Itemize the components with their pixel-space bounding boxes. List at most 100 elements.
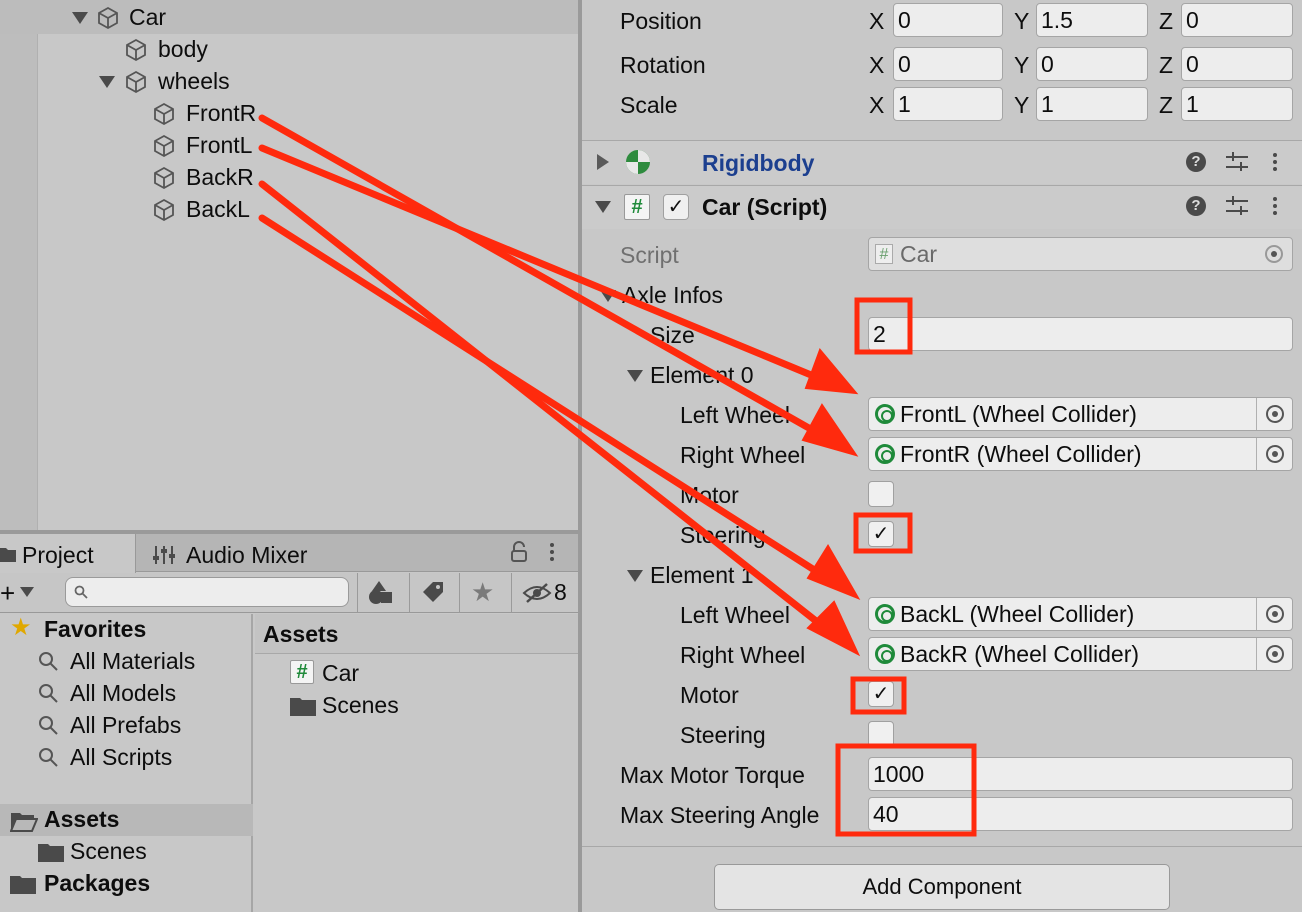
audio-mixer-icon (153, 546, 175, 564)
lock-icon[interactable] (510, 541, 528, 563)
object-picker-button[interactable] (1256, 438, 1292, 470)
tag-icon (423, 582, 443, 602)
wheel-collider-icon (875, 644, 895, 664)
expand-element1-arrow-icon[interactable] (627, 570, 643, 582)
object-picker-button (1256, 238, 1292, 270)
element1-label: Element 1 (650, 562, 754, 588)
size-label: Size (650, 322, 695, 348)
favorite-all-materials[interactable]: All Materials (70, 650, 195, 673)
folder-packages[interactable]: Packages (44, 872, 150, 895)
hierarchy-item-backl[interactable]: BackL (186, 198, 250, 221)
gameobject-cube-icon (154, 166, 174, 190)
expand-wheels-arrow-icon[interactable] (99, 76, 115, 88)
favorite-all-models[interactable]: All Models (70, 682, 176, 705)
position-x-field[interactable]: 0 (893, 3, 1003, 37)
max-steering-angle-field[interactable]: 40 (868, 797, 1293, 831)
hierarchy-item-wheels[interactable]: wheels (158, 70, 230, 93)
size-field[interactable]: 2 (868, 317, 1293, 351)
axis-z-label: Z (1159, 8, 1174, 34)
hierarchy-item-frontl[interactable]: FrontL (186, 134, 252, 157)
project-kebab-menu-icon[interactable] (550, 543, 554, 564)
element0-right-wheel-field[interactable]: FrontR (Wheel Collider) (868, 437, 1293, 471)
expand-element0-arrow-icon[interactable] (627, 370, 643, 382)
scale-x-field[interactable]: 1 (893, 87, 1003, 121)
max-motor-torque-label: Max Motor Torque (620, 762, 805, 788)
favorite-all-prefabs[interactable]: All Prefabs (70, 714, 181, 737)
shapes-filter-icon (369, 581, 392, 604)
element0-left-wheel-field[interactable]: FrontL (Wheel Collider) (868, 397, 1293, 431)
rotation-z-field[interactable]: 0 (1181, 47, 1293, 81)
search-icon (39, 716, 58, 735)
csharp-script-icon: # (624, 194, 650, 220)
expand-axle-infos-arrow-icon[interactable] (600, 290, 616, 302)
csharp-script-icon: # (290, 660, 314, 684)
object-picker-button[interactable] (1256, 638, 1292, 670)
axis-y-label: Y (1014, 92, 1030, 118)
axis-z-label: Z (1159, 92, 1174, 118)
position-z-field[interactable]: 0 (1181, 3, 1293, 37)
left-wheel-label: Left Wheel (680, 602, 790, 628)
expand-car-arrow-icon[interactable] (72, 12, 88, 24)
create-dropdown-icon[interactable] (20, 587, 34, 597)
folder-scenes-tree[interactable]: Scenes (70, 840, 147, 863)
folder-icon (38, 844, 64, 862)
hierarchy-item-frontr[interactable]: FrontR (186, 102, 256, 125)
help-icon[interactable]: ? (1186, 152, 1206, 172)
max-motor-torque-field[interactable]: 1000 (868, 757, 1293, 791)
hierarchy-item-body[interactable]: body (158, 38, 208, 61)
object-picker-button[interactable] (1256, 398, 1292, 430)
scale-label: Scale (620, 92, 678, 118)
folder-assets-label: Assets (44, 806, 120, 832)
favorites-heading[interactable]: Favorites (44, 618, 146, 641)
car-script-kebab-menu-icon[interactable] (1273, 197, 1277, 218)
hierarchy-item-backr[interactable]: BackR (186, 166, 254, 189)
gameobject-cube-icon (154, 102, 174, 126)
hidden-packages-count: 8 (554, 579, 567, 605)
element1-left-wheel-value: BackL (Wheel Collider) (900, 601, 1135, 627)
element1-left-wheel-field[interactable]: BackL (Wheel Collider) (868, 597, 1293, 631)
element0-motor-checkbox[interactable] (868, 481, 894, 507)
search-icon (39, 652, 58, 671)
script-label: Script (620, 242, 679, 268)
asset-scenes-folder[interactable]: Scenes (322, 694, 399, 717)
inspector-divider (582, 846, 1302, 847)
assets-breadcrumb-label[interactable]: Assets (263, 623, 338, 646)
tab-audio-mixer[interactable]: Audio Mixer (186, 544, 307, 567)
asset-car-script[interactable]: Car (322, 662, 359, 685)
preset-settings-icon[interactable] (1226, 196, 1248, 216)
element0-steering-checkbox[interactable]: ✓ (868, 521, 894, 547)
rigidbody-kebab-menu-icon[interactable] (1273, 153, 1277, 174)
tab-project-label: Project (22, 542, 94, 568)
create-plus-icon[interactable]: + (0, 580, 15, 606)
position-label: Position (620, 8, 702, 34)
rotation-x-field[interactable]: 0 (893, 47, 1003, 81)
help-icon[interactable]: ? (1186, 196, 1206, 216)
gameobject-cube-icon (126, 70, 146, 94)
folder-open-icon (10, 813, 38, 832)
favorite-all-scripts[interactable]: All Scripts (70, 746, 172, 769)
axis-x-label: X (869, 52, 885, 78)
project-search-input[interactable] (65, 577, 349, 607)
collapse-car-script-arrow-icon[interactable] (595, 201, 611, 213)
element1-right-wheel-value: BackR (Wheel Collider) (900, 641, 1140, 667)
element1-right-wheel-field[interactable]: BackR (Wheel Collider) (868, 637, 1293, 671)
element0-right-wheel-value: FrontR (Wheel Collider) (900, 441, 1142, 467)
wheel-collider-icon (875, 444, 895, 464)
star-favorites-icon: ★ (10, 614, 32, 641)
rigidbody-title: Rigidbody (702, 150, 815, 176)
position-y-field[interactable]: 1.5 (1036, 3, 1148, 37)
add-component-button[interactable]: Add Component (714, 864, 1170, 910)
expand-rigidbody-arrow-icon[interactable] (597, 154, 609, 170)
element1-motor-checkbox[interactable]: ✓ (868, 681, 894, 707)
element1-steering-checkbox[interactable] (868, 721, 894, 747)
car-script-enabled-checkbox[interactable]: ✓ (663, 194, 689, 220)
preset-settings-icon[interactable] (1226, 152, 1248, 172)
project-assets-view (255, 614, 578, 912)
scale-y-field[interactable]: 1 (1036, 87, 1148, 121)
rotation-y-field[interactable]: 0 (1036, 47, 1148, 81)
scale-z-field[interactable]: 1 (1181, 87, 1293, 121)
object-picker-button[interactable] (1256, 598, 1292, 630)
right-wheel-label: Right Wheel (680, 442, 806, 468)
wheel-collider-icon (875, 404, 895, 424)
gameobject-cube-icon (154, 134, 174, 158)
